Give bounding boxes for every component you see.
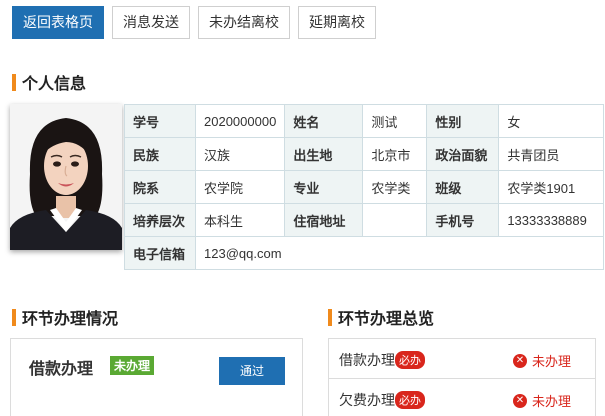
step-name: 借款办理 [29,361,94,378]
error-circle-icon: ✕ [513,353,527,368]
major-label: 专业 [284,170,364,204]
list-item[interactable]: 借款办理 必办 ✕ 未办理 [329,339,595,379]
email-label: 电子信箱 [124,236,196,270]
ethnicity-label: 民族 [124,137,196,171]
dorm-address-label: 住宿地址 [284,203,364,237]
step-status-badge: 未办理 [110,356,155,375]
birthplace-value: 北京市 [362,137,428,171]
personal-info-heading: 个人信息 [12,70,86,94]
phone-label: 手机号 [426,203,500,237]
political-status-value: 共青团员 [498,137,605,171]
overview-item-status-text: 未办理 [532,394,572,409]
delayed-leave-button[interactable]: 延期离校 [298,6,376,39]
heading-accent-bar [12,308,16,326]
overview-item-name: 欠费办理 [339,392,395,408]
email-value: 123@qq.com [194,236,605,270]
ethnicity-value: 汉族 [194,137,286,171]
overview-item-status: ✕ 未办理 [513,351,571,370]
process-overview-heading: 环节办理总览 [328,305,434,329]
overview-item-status: ✕ 未办理 [513,391,571,410]
education-level-value: 本科生 [194,203,286,237]
pass-button[interactable]: 通过 [219,357,285,385]
list-item[interactable]: 欠费办理 必办 ✕ 未办理 [329,379,595,416]
heading-accent-bar [328,308,332,326]
name-label: 姓名 [284,104,364,138]
back-to-table-button[interactable]: 返回表格页 [12,6,104,39]
personal-info-table: 学号 2020000000 姓名 测试 性别 女 民族 汉族 出生地 北京市 政… [124,104,605,270]
student-id-label: 学号 [124,104,196,138]
faculty-value: 农学院 [194,170,286,204]
table-row: 培养层次 本科生 住宿地址 手机号 13333338889 [124,203,605,237]
unfinished-leave-button[interactable]: 未办结离校 [198,6,290,39]
overview-item-name: 借款办理 [339,352,395,368]
table-row: 电子信箱 123@qq.com [124,236,605,270]
process-status-heading: 环节办理情况 [12,305,118,329]
personal-info-table-body: 学号 2020000000 姓名 测试 性别 女 民族 汉族 出生地 北京市 政… [124,104,605,270]
overview-item-status-text: 未办理 [532,354,572,369]
class-label: 班级 [426,170,500,204]
class-value: 农学类1901 [498,170,605,204]
phone-value: 13333338889 [498,203,605,237]
birthplace-label: 出生地 [284,137,364,171]
personal-info-title: 个人信息 [22,76,87,93]
process-step-card: 借款办理 未办理 通过 [10,338,303,416]
gender-label: 性别 [426,104,500,138]
education-level-label: 培养层次 [124,203,196,237]
portrait-image [10,104,122,250]
student-id-value: 2020000000 [194,104,286,138]
process-overview-title: 环节办理总览 [338,311,435,328]
required-badge: 必办 [395,391,425,409]
required-badge: 必办 [395,351,425,369]
student-photo [10,104,122,250]
heading-accent-bar [12,73,16,91]
name-value: 测试 [362,104,428,138]
process-status-title: 环节办理情况 [22,311,119,328]
major-value: 农学类 [362,170,428,204]
gender-value: 女 [498,104,605,138]
send-message-button[interactable]: 消息发送 [112,6,190,39]
top-action-bar: 返回表格页 消息发送 未办结离校 延期离校 [12,6,376,39]
table-row: 民族 汉族 出生地 北京市 政治面貌 共青团员 [124,137,605,171]
faculty-label: 院系 [124,170,196,204]
error-circle-icon: ✕ [513,393,527,408]
process-overview-list: 借款办理 必办 ✕ 未办理 欠费办理 必办 ✕ 未办理 [328,338,596,416]
political-status-label: 政治面貌 [426,137,500,171]
dorm-address-value [362,203,428,237]
table-row: 院系 农学院 专业 农学类 班级 农学类1901 [124,170,605,204]
table-row: 学号 2020000000 姓名 测试 性别 女 [124,104,605,138]
